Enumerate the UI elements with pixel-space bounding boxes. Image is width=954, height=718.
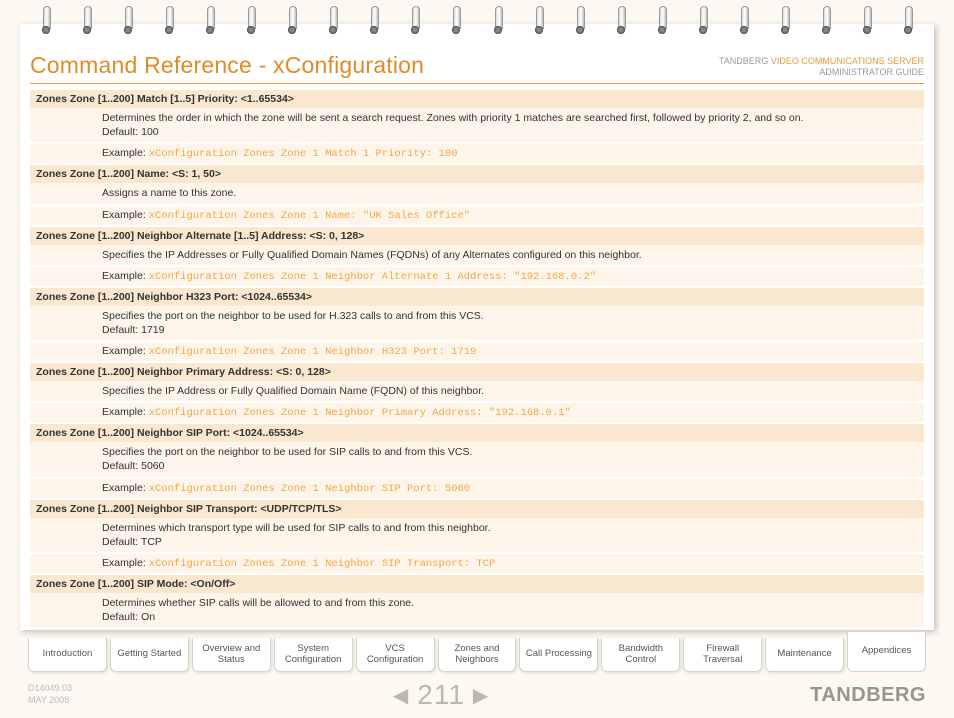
tab-maintenance[interactable]: Maintenance [765,638,844,672]
tab-vcs-configuration[interactable]: VCS Configuration [356,638,435,672]
command-example: Example: xConfiguration Zones Zone 1 Nei… [30,554,924,573]
command-header: Zones Zone [1..200] Neighbor Primary Add… [30,363,924,381]
tab-appendices[interactable]: Appendices [847,632,926,672]
example-label: Example: [102,557,149,569]
pager: ◀ 211 ▶ [393,679,489,711]
footer: D14049.03 MAY 2008 ◀ 211 ▶ TANDBERG [28,678,926,712]
command-default: Default: 1719 [102,324,164,336]
brand-label: TANDBERG [719,56,768,66]
tab-call-processing[interactable]: Call Processing [519,638,598,672]
tab-bandwidth-control[interactable]: Bandwidth Control [601,638,680,672]
command-description: Determines which transport type will be … [30,518,924,552]
command-description: Specifies the port on the neighbor to be… [30,442,924,476]
command-default: Default: TCP [102,536,162,548]
command-default: Default: 5060 [102,460,164,472]
example-label: Example: [102,270,149,282]
example-label: Example: [102,147,149,159]
example-code: xConfiguration Zones Zone 1 Name: "UK Sa… [149,210,470,222]
example-code: xConfiguration Zones Zone 1 Neighbor SIP… [149,558,496,570]
next-page-arrow-icon[interactable]: ▶ [473,683,489,708]
subtitle-label: ADMINISTRATOR GUIDE [819,67,924,77]
command-example: Example: xConfiguration Zones Zone 1 SIP… [30,629,924,630]
command-header: Zones Zone [1..200] Neighbor SIP Port: <… [30,424,924,442]
example-label: Example: [102,209,149,221]
command-default: Default: 100 [102,126,159,138]
example-label: Example: [102,406,149,418]
command-header: Zones Zone [1..200] Neighbor SIP Transpo… [30,500,924,518]
example-code: xConfiguration Zones Zone 1 Neighbor Pri… [149,407,571,419]
doc-id-number: D14049.03 [28,683,72,693]
sheet: Command Reference - xConfiguration TANDB… [20,24,934,630]
example-code: xConfiguration Zones Zone 1 Neighbor H32… [149,346,477,358]
command-description: Specifies the port on the neighbor to be… [30,306,924,340]
tab-overview-and-status[interactable]: Overview and Status [192,638,271,672]
command-example: Example: xConfiguration Zones Zone 1 Nei… [30,267,924,286]
command-header: Zones Zone [1..200] Neighbor H323 Port: … [30,288,924,306]
prev-page-arrow-icon[interactable]: ◀ [393,683,409,708]
tab-bar: IntroductionGetting StartedOverview and … [28,638,926,672]
command-header: Zones Zone [1..200] Match [1..5] Priorit… [30,90,924,108]
brand-footer: TANDBERG [810,684,926,707]
command-example: Example: xConfiguration Zones Zone 1 Mat… [30,144,924,163]
command-header: Zones Zone [1..200] SIP Mode: <On/Off> [30,575,924,593]
tab-firewall-traversal[interactable]: Firewall Traversal [683,638,762,672]
header: Command Reference - xConfiguration TANDB… [30,52,924,84]
example-code: xConfiguration Zones Zone 1 Neighbor SIP… [149,483,470,495]
tab-zones-and-neighbors[interactable]: Zones and Neighbors [438,638,517,672]
spiral-binding [40,6,914,38]
command-header: Zones Zone [1..200] Name: <S: 1, 50> [30,165,924,183]
command-example: Example: xConfiguration Zones Zone 1 Nei… [30,403,924,422]
command-header: Zones Zone [1..200] Neighbor Alternate [… [30,227,924,245]
header-right: TANDBERG VIDEO COMMUNICATIONS SERVER ADM… [719,56,924,79]
tab-system-configuration[interactable]: System Configuration [274,638,353,672]
command-table: Zones Zone [1..200] Match [1..5] Priorit… [30,90,924,630]
page-title: Command Reference - xConfiguration [30,52,424,79]
command-example: Example: xConfiguration Zones Zone 1 Nei… [30,479,924,498]
example-label: Example: [102,345,149,357]
tab-introduction[interactable]: Introduction [28,638,107,672]
product-label: VIDEO COMMUNICATIONS SERVER [771,56,924,66]
page: Command Reference - xConfiguration TANDB… [0,0,954,718]
doc-id: D14049.03 MAY 2008 [28,683,72,706]
command-default: Default: On [102,611,155,623]
command-description: Determines whether SIP calls will be all… [30,593,924,627]
example-code: xConfiguration Zones Zone 1 Neighbor Alt… [149,271,596,283]
command-description: Specifies the IP Addresses or Fully Qual… [30,245,924,265]
tab-getting-started[interactable]: Getting Started [110,638,189,672]
page-number: 211 [417,679,465,711]
example-code: xConfiguration Zones Zone 1 Match 1 Prio… [149,148,458,160]
command-description: Determines the order in which the zone w… [30,108,924,142]
command-description: Assigns a name to this zone. [30,183,924,203]
command-description: Specifies the IP Address or Fully Qualif… [30,381,924,401]
doc-date: MAY 2008 [28,695,69,705]
command-example: Example: xConfiguration Zones Zone 1 Nei… [30,342,924,361]
command-example: Example: xConfiguration Zones Zone 1 Nam… [30,206,924,225]
example-label: Example: [102,482,149,494]
